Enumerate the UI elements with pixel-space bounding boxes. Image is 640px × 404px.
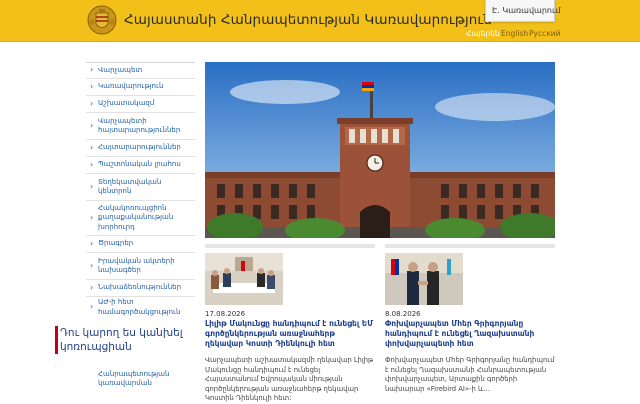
login-button[interactable]: Է․ Կառավարում [485, 0, 561, 22]
news-date: 8.08.2026 [385, 310, 421, 318]
sidebar-item-official-news[interactable]: Պաշտոնական լրահոս [86, 157, 195, 174]
sidebar-item-prime-minister[interactable]: Վարչապետ [86, 63, 195, 79]
sidebar-item-anticorruption-council[interactable]: Հակակոռուպցիոն քաղաքականության խորհուրդ [86, 201, 195, 236]
sidebar-item-parliament-cooperation[interactable]: ԱԺ-ի հետ համագործակցություն [86, 297, 195, 318]
hero-image-government-building[interactable] [205, 62, 555, 238]
sidebar-item-draft-acts[interactable]: Իրավական ակտերի նախագծեր [86, 253, 195, 280]
news-divider [205, 244, 375, 248]
news-title[interactable]: Փոխվարչապետ Մհեր Գրիգորյանը հանդիպում է … [385, 319, 555, 349]
news-summary: Վարչապետի աշխատակազմի ղեկավար Լիլիթ Մակո… [205, 356, 374, 403]
sidebar-item-staff[interactable]: Աշխատակազմ [86, 96, 195, 113]
sidebar-item-initiatives[interactable]: Նախաձեռնություններ [86, 280, 195, 297]
news-date: 17.08.2026 [205, 310, 246, 318]
anticorruption-banner[interactable]: Դու կարող ես կանխել կոռուպցիան [55, 318, 205, 366]
news-image-meeting[interactable] [205, 253, 283, 305]
news-divider [385, 244, 555, 248]
news-summary: Փոխվարչապետ Մհեր Գրիգորյանը հանդիպում է … [385, 356, 555, 393]
sidebar-item-programs[interactable]: Ծրագրեր [86, 236, 195, 253]
news-image-handshake[interactable] [385, 253, 463, 305]
news-card[interactable]: 17.08.2026 Լիլիթ Մակունցը հանդիպում է ու… [205, 253, 375, 404]
banner-accent-bar [55, 326, 58, 354]
lang-armenian[interactable]: Հայերեն [466, 29, 500, 38]
sidebar-item-pm-statements[interactable]: Վարչապետի հայտարարություններ [86, 113, 195, 140]
lang-russian[interactable]: Русский [529, 29, 561, 38]
news-card[interactable]: 8.08.2026 Փոխվարչապետ Մհեր Գրիգորյանը հա… [385, 253, 555, 394]
sidebar-nav: Վարչապետ Կառավարություն Աշխատակազմ Վարչա… [86, 62, 195, 318]
coat-of-arms-icon[interactable] [86, 4, 118, 36]
sidebar-item-info-center[interactable]: Տեղեկատվական կենտրոն [86, 174, 195, 201]
sidebar-item-announcements[interactable]: Հայտարարություններ [86, 140, 195, 157]
banner-text: Դու կարող ես կանխել կոռուպցիան [60, 327, 183, 353]
sidebar-item-government[interactable]: Կառավարություն [86, 79, 195, 96]
lang-english[interactable]: English [501, 29, 528, 38]
news-title[interactable]: Լիլիթ Մակունցը հանդիպում է ունեցել ԵՄ գո… [205, 319, 375, 349]
sidebar-item-partial[interactable]: Հանրապետության կառավարման [86, 370, 195, 388]
site-header: Հայաստանի Հանրապետության Կառավարություն … [0, 0, 640, 42]
site-title[interactable]: Հայաստանի Հանրապետության Կառավարություն [124, 12, 492, 28]
